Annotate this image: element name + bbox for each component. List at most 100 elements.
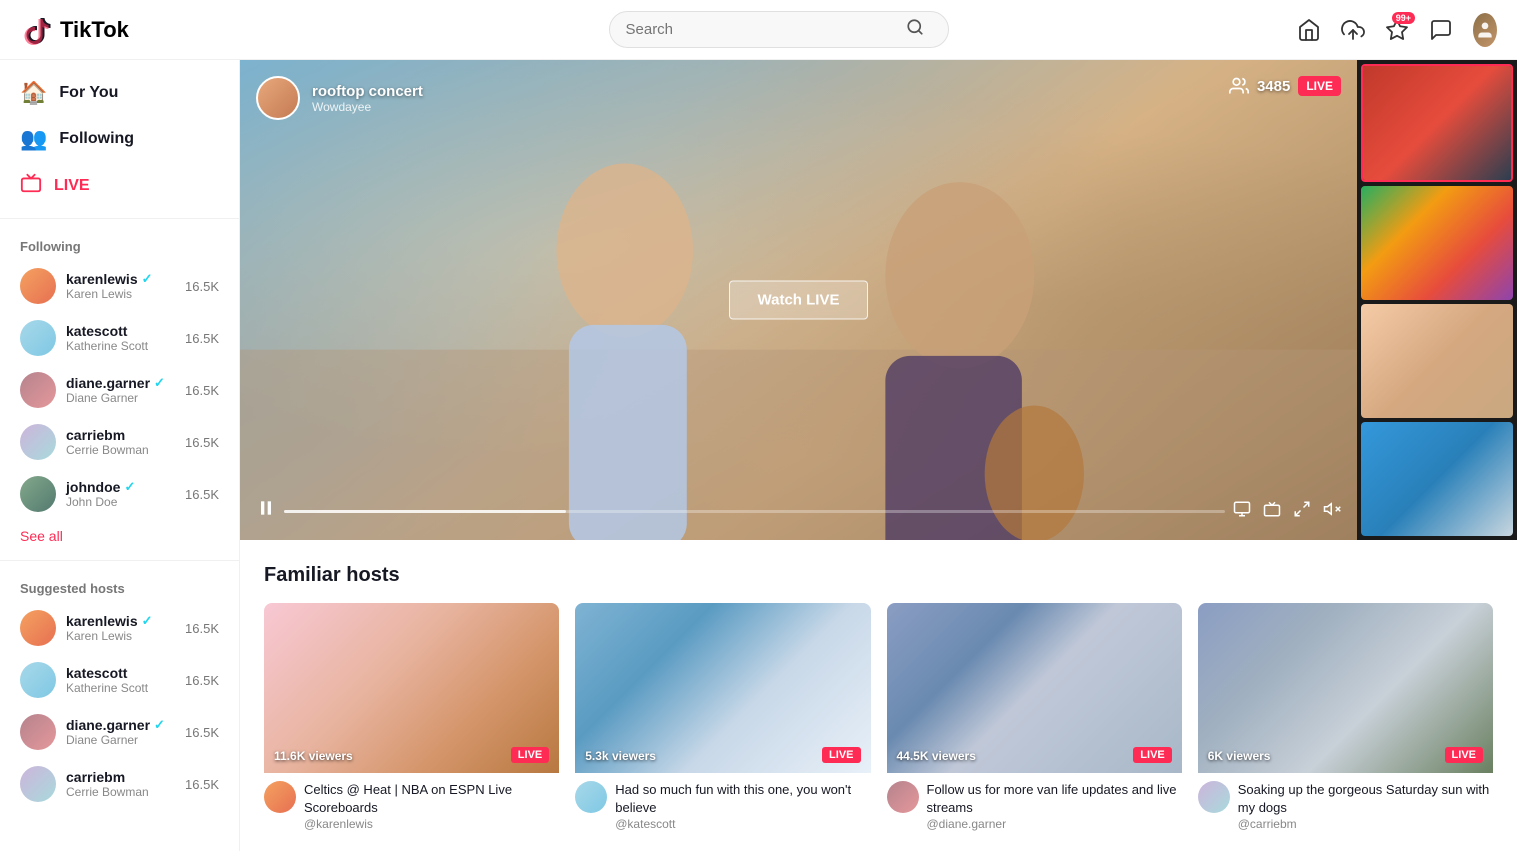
host-thumb-2: 5.3k viewers LIVE [575,603,870,773]
user-info-carriebm-s: carriebm Cerrie Bowman [66,769,175,799]
notification-icon[interactable]: 99+ [1385,16,1409,44]
host-username-1: @karenlewis [304,817,559,831]
host-card-3[interactable]: 44.5K viewers LIVE Follow us for more va… [887,603,1182,835]
user-info-katescott-s: katescott Katherine Scott [66,665,175,695]
verified-icon: ✓ [142,271,153,287]
user-item-diane.garner-s[interactable]: diane.garner✓ Diane Garner 16.5K [0,706,239,758]
host-text-1: Celtics @ Heat | NBA on ESPN Live Scoreb… [304,781,559,831]
search-button[interactable] [906,18,924,41]
watch-live-button[interactable]: Watch LIVE [729,281,869,320]
nav-for-you[interactable]: 🏠 For You [0,70,239,116]
thumbnail-1[interactable] [1361,64,1513,182]
nav-live[interactable]: LIVE [0,162,239,210]
upload-icon[interactable] [1341,16,1365,44]
user-display-diane.garner: Diane Garner [66,391,175,405]
user-item-johndoe[interactable]: johndoe✓ John Doe 16.5K [0,468,239,520]
messages-icon[interactable] [1429,16,1453,44]
host-title-1: Celtics @ Heat | NBA on ESPN Live Scoreb… [304,781,559,817]
thumbnail-3-bg [1361,304,1513,418]
host-card-2[interactable]: 5.3k viewers LIVE Had so much fun with t… [575,603,870,835]
thumbnail-2-bg [1361,186,1513,300]
user-item-karenlewis-s[interactable]: karenlewis✓ Karen Lewis 16.5K [0,602,239,654]
user-name-johndoe: johndoe✓ [66,479,175,495]
nav-following[interactable]: 👥 Following [0,116,239,162]
verified-icon: ✓ [142,613,153,629]
host-title-2: Had so much fun with this one, you won't… [615,781,870,817]
user-display-carriebm-s: Cerrie Bowman [66,785,175,799]
user-item-karenlewis[interactable]: karenlewis✓ Karen Lewis 16.5K [0,260,239,312]
user-display-karenlewis: Karen Lewis [66,287,175,301]
home-nav-icon: 🏠 [20,80,47,106]
thumbnail-4[interactable] [1361,422,1513,536]
user-avatar-diane.garner [20,372,56,408]
host-live-badge-2: LIVE [822,747,860,763]
live-hero: rooftop concert Wowdayee 3485 LIVE Watch… [240,60,1517,540]
header-icons: 99+ [1297,13,1497,47]
user-count-diane.garner: 16.5K [185,383,219,398]
thumbnail-2[interactable] [1361,186,1513,300]
search-area [260,11,1297,48]
thumbnail-3[interactable] [1361,304,1513,418]
fullscreen-icon[interactable] [1293,500,1311,523]
user-name-carriebm: carriebm [66,427,175,443]
host-text-4: Soaking up the gorgeous Saturday sun wit… [1238,781,1493,831]
live-main-video[interactable]: rooftop concert Wowdayee 3485 LIVE Watch… [240,60,1357,540]
sidebar-divider-2 [0,560,239,561]
host-info-1: Celtics @ Heat | NBA on ESPN Live Scoreb… [264,773,559,835]
live-overlay-top: rooftop concert Wowdayee [256,76,423,120]
user-info-karenlewis: karenlewis✓ Karen Lewis [66,271,175,301]
user-name-katescott: katescott [66,323,175,339]
host-card-1[interactable]: 11.6K viewers LIVE Celtics @ Heat | NBA … [264,603,559,835]
host-info-3: Follow us for more van life updates and … [887,773,1182,835]
user-item-carriebm[interactable]: carriebm Cerrie Bowman 16.5K [0,416,239,468]
live-viewers-area: 3485 LIVE [1229,76,1341,96]
see-all-link[interactable]: See all [0,520,239,552]
hosts-grid: 11.6K viewers LIVE Celtics @ Heat | NBA … [264,603,1493,835]
user-count-katescott: 16.5K [185,331,219,346]
progress-bar[interactable] [284,510,1225,513]
user-avatar-header[interactable] [1473,13,1497,47]
user-count-diane.garner-s: 16.5K [185,725,219,740]
suggested-section-label: Suggested hosts [0,569,239,602]
user-avatar-katescott-s [20,662,56,698]
volume-icon[interactable] [1323,500,1341,523]
host-viewers-4: 6K viewers [1208,749,1271,763]
control-icons [1233,500,1341,523]
user-avatar-karenlewis-s [20,610,56,646]
viewers-icon [1229,76,1249,96]
host-live-badge-4: LIVE [1445,747,1483,763]
live-nav-icon [20,172,42,200]
host-info-4: Soaking up the gorgeous Saturday sun wit… [1198,773,1493,835]
user-display-johndoe: John Doe [66,495,175,509]
host-viewers-3: 44.5K viewers [897,749,976,763]
user-display-karenlewis-s: Karen Lewis [66,629,175,643]
user-item-katescott[interactable]: katescott Katherine Scott 16.5K [0,312,239,364]
user-count-johndoe: 16.5K [185,487,219,502]
home-icon[interactable] [1297,16,1321,44]
search-input[interactable] [626,21,906,38]
following-section-label: Following [0,227,239,260]
user-info-karenlewis-s: karenlewis✓ Karen Lewis [66,613,175,643]
nav-following-label: Following [59,130,134,148]
user-item-carriebm-s[interactable]: carriebm Cerrie Bowman 16.5K [0,758,239,810]
user-name-diane.garner-s: diane.garner✓ [66,717,175,733]
user-item-katescott-s[interactable]: katescott Katherine Scott 16.5K [0,654,239,706]
cast-icon[interactable] [1263,500,1281,523]
logo-area: TikTok [20,14,260,46]
live-side-thumbnails [1357,60,1517,540]
user-count-carriebm-s: 16.5K [185,777,219,792]
pause-button[interactable] [256,498,276,524]
live-badge: LIVE [1298,76,1341,96]
host-username-4: @carriebm [1238,817,1493,831]
screen-icon[interactable] [1233,500,1251,523]
user-info-diane.garner-s: diane.garner✓ Diane Garner [66,717,175,747]
user-display-diane.garner-s: Diane Garner [66,733,175,747]
tiktok-logo-icon [20,14,52,46]
user-item-diane.garner[interactable]: diane.garner✓ Diane Garner 16.5K [0,364,239,416]
host-card-4[interactable]: 6K viewers LIVE Soaking up the gorgeous … [1198,603,1493,835]
app-name: TikTok [60,17,129,43]
viewers-count: 3485 [1257,78,1290,95]
live-host-avatar[interactable] [256,76,300,120]
live-host-info: rooftop concert Wowdayee [312,83,423,114]
verified-icon: ✓ [124,479,135,495]
